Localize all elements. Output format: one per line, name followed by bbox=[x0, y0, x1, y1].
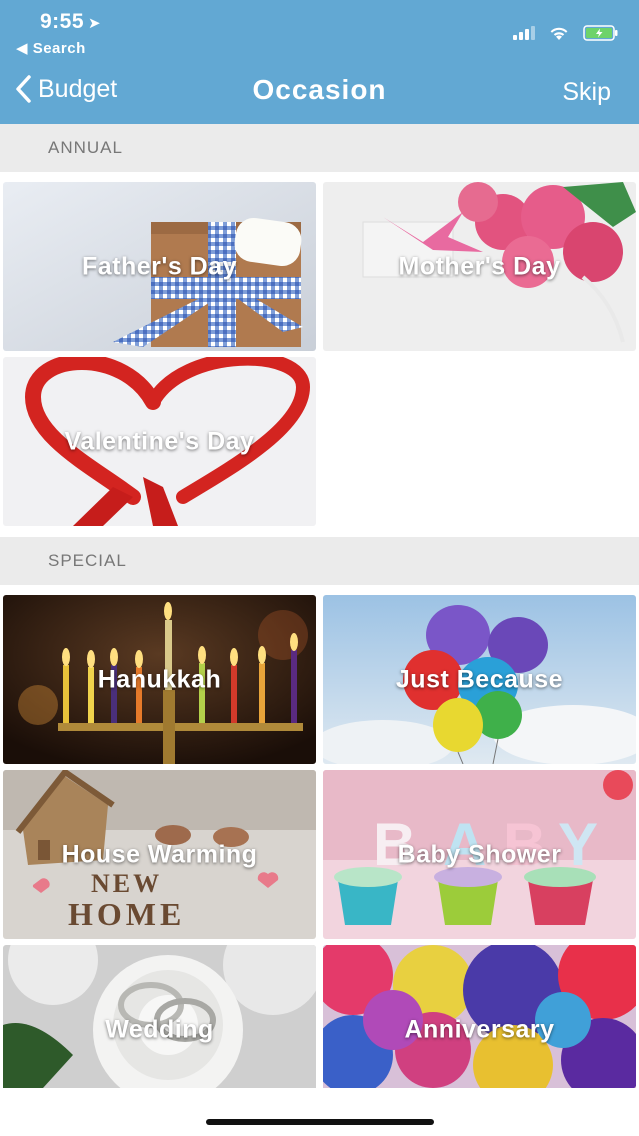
occasion-tile-house-warming[interactable]: NEW HOME House Warming bbox=[3, 770, 316, 939]
section-title: SPECIAL bbox=[48, 551, 127, 570]
occasion-label: Wedding bbox=[105, 1015, 214, 1043]
back-to-app-link[interactable]: ◀ Search bbox=[16, 39, 86, 57]
occasion-label: Just Because bbox=[395, 665, 564, 693]
nav-bar: 9:55 ➤ ◀ Search Budget Occasion Skip bbox=[0, 0, 639, 124]
occasion-label: Hanukkah bbox=[97, 665, 222, 693]
svg-text:HOME: HOME bbox=[68, 896, 185, 932]
skip-button[interactable]: Skip bbox=[562, 78, 611, 107]
back-button-label: Budget bbox=[38, 74, 118, 103]
home-indicator[interactable] bbox=[206, 1119, 434, 1125]
occasion-label: Father's Day bbox=[81, 252, 238, 280]
occasion-tile-fathers-day[interactable]: Father's Day bbox=[3, 182, 316, 351]
occasion-tile-mothers-day[interactable]: Mother's Day bbox=[323, 182, 636, 351]
section-header-special: SPECIAL bbox=[0, 537, 639, 585]
clock-text: 9:55 bbox=[40, 10, 85, 33]
occasion-label: Baby Shower bbox=[397, 840, 562, 868]
occasion-tile-just-because[interactable]: Just Because bbox=[323, 595, 636, 764]
occasion-label: House Warming bbox=[61, 840, 258, 868]
svg-text:NEW: NEW bbox=[91, 869, 162, 898]
page-title: Occasion bbox=[252, 74, 387, 105]
chevron-left-icon bbox=[16, 75, 31, 103]
occasion-tile-baby-shower[interactable]: B A B Y Baby Shower bbox=[323, 770, 636, 939]
wifi-icon bbox=[550, 27, 568, 40]
occasion-tile-valentines-day[interactable]: Valentine's Day bbox=[3, 357, 316, 526]
section-title: ANNUAL bbox=[48, 138, 123, 157]
occasion-label: Mother's Day bbox=[398, 252, 561, 280]
battery-icon bbox=[583, 25, 618, 41]
back-button[interactable]: Budget bbox=[14, 74, 117, 104]
status-indicators bbox=[513, 24, 619, 42]
occasion-tile-anniversary[interactable]: Anniversary bbox=[323, 945, 636, 1114]
occasion-tile-wedding[interactable]: Wedding bbox=[3, 945, 316, 1114]
occasion-tile-hanukkah[interactable]: Hanukkah bbox=[3, 595, 316, 764]
location-arrow-icon: ➤ bbox=[88, 15, 102, 32]
cellular-signal-icon bbox=[513, 26, 535, 40]
occasion-label: Anniversary bbox=[404, 1015, 555, 1043]
occasion-label: Valentine's Day bbox=[64, 427, 255, 455]
status-time: 9:55 ➤ bbox=[40, 10, 101, 34]
section-header-annual: ANNUAL bbox=[0, 124, 639, 172]
